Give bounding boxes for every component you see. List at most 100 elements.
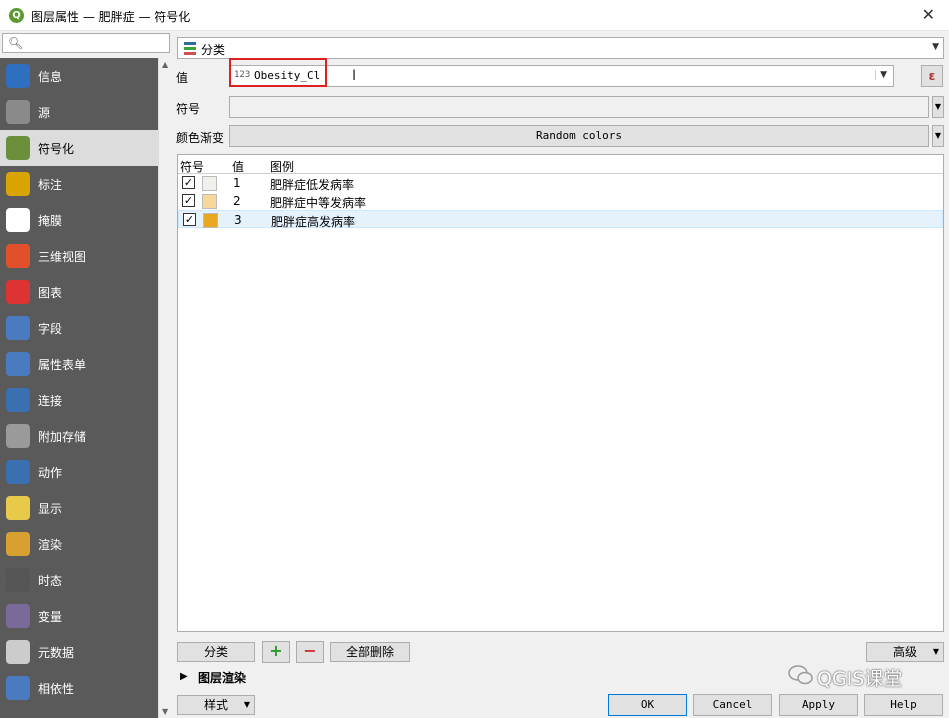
sidebar-item[interactable]: 连接: [0, 382, 158, 418]
sidebar-item[interactable]: 源: [0, 94, 158, 130]
sidebar-item[interactable]: 变量: [0, 598, 158, 634]
sidebar-item[interactable]: 渲染: [0, 526, 158, 562]
scroll-up-icon[interactable]: ▲: [162, 60, 168, 69]
sidebar-item[interactable]: 动作: [0, 454, 158, 490]
remove-category-button[interactable]: −: [296, 641, 324, 663]
source-icon: [6, 100, 30, 124]
sidebar-item-label: 三维视图: [38, 249, 87, 264]
advanced-button[interactable]: 高级 ▼: [866, 642, 944, 662]
advanced-label: 高级: [892, 645, 917, 659]
temporal-icon: [6, 568, 30, 592]
style-button[interactable]: 样式 ▼: [177, 695, 255, 715]
table-row[interactable]: ✓ 2 肥胖症中等发病率: [178, 192, 943, 210]
category-checkbox[interactable]: ✓: [182, 176, 195, 189]
sidebar-item[interactable]: 字段: [0, 310, 158, 346]
category-value[interactable]: 1: [233, 176, 241, 190]
sidebar-item[interactable]: 相依性: [0, 670, 158, 706]
sidebar-item[interactable]: 时态: [0, 562, 158, 598]
variables-icon: [6, 604, 30, 628]
renderer-select[interactable]: 分类 ▼: [177, 37, 944, 59]
chevron-down-icon: ▼: [934, 131, 942, 140]
sidebar-item[interactable]: 附加存储: [0, 418, 158, 454]
sidebar-item-label: 显示: [38, 501, 63, 516]
ok-button[interactable]: OK: [608, 694, 687, 716]
category-checkbox[interactable]: ✓: [183, 213, 196, 226]
style-label: 样式: [203, 698, 228, 712]
category-legend[interactable]: 肥胖症高发病率: [271, 213, 355, 230]
sidebar-item-label: 动作: [38, 465, 63, 480]
category-legend[interactable]: 肥胖症低发病率: [270, 176, 354, 193]
qgis-icon: Q: [9, 8, 24, 23]
title-bar: Q 图层属性 — 肥胖症 — 符号化 ✕: [0, 0, 949, 31]
sidebar: 🔍︎ 信息源符号化标注掩膜三维视图图表字段 属性表单 连接附加存储动作显示渲染时态变…: [0, 31, 172, 718]
sidebar-item-label: 时态: [38, 573, 63, 588]
categories-table[interactable]: 符号 值 图例 ✓ 1 肥胖症低发病率 ✓ 2 肥胖症中等发病率 ✓ 3 肥胖症高发病率: [177, 154, 944, 632]
symbol-swatch[interactable]: [202, 194, 217, 209]
color-ramp-dropdown[interactable]: ▼: [932, 125, 944, 147]
chevron-down-icon: ▼: [875, 70, 887, 80]
layer-rendering-label[interactable]: 图层渲染: [198, 669, 246, 686]
sidebar-item[interactable]: 符号化: [0, 130, 158, 166]
category-value[interactable]: 3: [234, 213, 242, 227]
color-ramp-button[interactable]: Random colors: [229, 125, 929, 147]
symbol-dropdown[interactable]: ▼: [932, 96, 944, 118]
category-checkbox[interactable]: ✓: [182, 194, 195, 207]
header-legend[interactable]: 图例: [270, 158, 294, 175]
sidebar-item-label: 附加存储: [38, 429, 87, 444]
value-field-select[interactable]: 123 Obesity_Cl I ▼: [229, 65, 894, 87]
category-value[interactable]: 2: [233, 194, 241, 208]
watermark-text: QGIS课堂: [817, 668, 903, 690]
add-category-button[interactable]: +: [262, 641, 290, 663]
fields-icon: [6, 316, 30, 340]
sidebar-item[interactable]: 属性表单: [0, 346, 158, 382]
search-input[interactable]: 🔍︎: [2, 33, 170, 53]
sidebar-item-label: 相依性: [38, 681, 75, 696]
header-value[interactable]: 值: [232, 158, 244, 175]
delete-all-button[interactable]: 全部删除: [330, 642, 410, 662]
apply-button[interactable]: Apply: [779, 694, 858, 716]
main-panel: 分类 ▼ 值 123 Obesity_Cl I ▼ ε 符号 ▼ 颜色渐变 Ra…: [172, 31, 949, 718]
labels-icon: [6, 172, 30, 196]
sidebar-item-label: 标注: [38, 177, 63, 192]
header-symbol[interactable]: 符号: [180, 158, 204, 175]
sidebar-item[interactable]: 图表: [0, 274, 158, 310]
sidebar-item[interactable]: 标注: [0, 166, 158, 202]
close-icon[interactable]: ✕: [922, 5, 935, 24]
actions-icon: [6, 460, 30, 484]
sidebar-item-label: 渲染: [38, 537, 63, 552]
sidebar-item-label: 掩膜: [38, 213, 63, 228]
chevron-down-icon: ▼: [243, 700, 250, 709]
sidebar-item[interactable]: 元数据: [0, 634, 158, 670]
cancel-button[interactable]: Cancel: [693, 694, 772, 716]
plus-icon: +: [269, 641, 283, 660]
highlight-box: [229, 58, 327, 87]
symbol-swatch[interactable]: [203, 213, 218, 228]
scroll-down-icon[interactable]: ▼: [162, 707, 168, 716]
expression-button[interactable]: ε: [921, 65, 943, 87]
diagrams-icon: [6, 280, 30, 304]
sidebar-item[interactable]: 掩膜: [0, 202, 158, 238]
symbol-button[interactable]: [229, 96, 929, 118]
sidebar-item-label: 图表: [38, 285, 63, 300]
symbology-icon: [6, 136, 30, 160]
attributes-form-icon: [6, 352, 30, 376]
category-legend[interactable]: 肥胖症中等发病率: [270, 194, 366, 211]
sidebar-scrollbar[interactable]: ▲ ▼: [158, 58, 172, 718]
sidebar-item[interactable]: 三维视图: [0, 238, 158, 274]
mask-icon: [6, 208, 30, 232]
categorized-icon: [184, 41, 196, 55]
sidebar-item-label: 元数据: [38, 645, 75, 660]
sidebar-item[interactable]: 显示: [0, 490, 158, 526]
table-row[interactable]: ✓ 3 肥胖症高发病率: [178, 210, 943, 230]
sidebar-item[interactable]: 信息: [0, 58, 158, 94]
expand-arrow-icon[interactable]: ▶: [180, 671, 188, 682]
chevron-down-icon: ▼: [934, 102, 942, 111]
classify-button[interactable]: 分类: [177, 642, 255, 662]
table-header: 符号 值 图例: [178, 155, 943, 174]
symbol-label: 符号: [176, 102, 201, 116]
table-row[interactable]: ✓ 1 肥胖症低发病率: [178, 174, 943, 192]
chevron-down-icon: ▼: [932, 647, 939, 656]
help-button[interactable]: Help: [864, 694, 943, 716]
window-title: 图层属性 — 肥胖症 — 符号化: [31, 10, 191, 24]
symbol-swatch[interactable]: [202, 176, 217, 191]
